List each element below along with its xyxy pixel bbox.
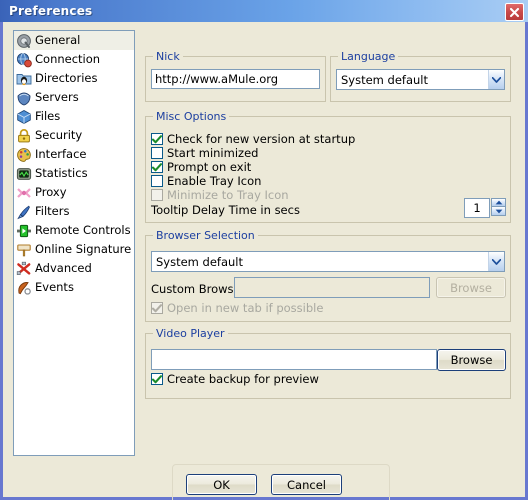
stepper-up-icon[interactable] [491,198,506,207]
online-signature-icon [17,243,31,256]
video-player-legend: Video Player [153,327,228,340]
sidebar-item-label: Directories [35,71,98,85]
checkbox-prompt-on-exit[interactable]: Prompt on exit [151,160,251,174]
cancel-button[interactable]: Cancel [271,474,342,495]
sidebar-item-label: General [35,33,81,47]
screen: Preferences General Connection Directori… [0,0,528,500]
tooltip-delay-stepper[interactable] [491,198,506,216]
sidebar-item-label: Advanced [35,261,92,275]
checkbox-minimize-to-tray-icon: Minimize to Tray Icon [151,188,289,202]
sidebar-item-servers[interactable]: Servers [14,88,134,107]
dialog-body: General Connection Directories Servers F… [0,22,528,500]
window-title: Preferences [9,4,93,18]
custom-browser-input[interactable] [234,277,430,298]
sidebar-item-filters[interactable]: Filters [14,202,134,221]
sidebar-item-connection[interactable]: Connection [14,50,134,69]
window-titlebar: Preferences [0,0,528,22]
sidebar-item-events[interactable]: Events [14,278,134,297]
sidebar-item-files[interactable]: Files [14,107,134,126]
connection-icon [16,52,32,67]
sidebar-item-label: Statistics [35,166,88,180]
tooltip-delay-input[interactable]: 1 [464,198,490,218]
advanced-icon [16,261,31,275]
checkbox-label: Open in new tab if possible [167,301,324,315]
sidebar-item-label: Connection [35,52,101,66]
checkbox-box[interactable] [151,133,163,145]
directories-icon [16,73,32,85]
checkbox-box[interactable] [151,161,163,173]
language-select-value: System default [341,72,429,87]
interface-palette-icon [17,147,31,162]
sidebar-item-label: Events [35,280,74,294]
checkbox-box[interactable] [151,147,163,159]
checkbox-enable-tray-icon[interactable]: Enable Tray Icon [151,174,261,188]
stepper-down-icon[interactable] [491,207,506,216]
sidebar-item-interface[interactable]: Interface [14,145,134,164]
security-lock-icon [18,128,30,142]
chevron-down-icon[interactable] [488,70,504,89]
checkbox-box[interactable] [151,175,163,187]
ok-button[interactable]: OK [186,474,257,495]
sidebar-item-label: Servers [35,90,79,104]
remote-controls-icon [17,224,31,237]
checkbox-label: Enable Tray Icon [167,174,262,188]
events-icon [18,281,31,295]
sidebar-item-label: Remote Controls [35,223,131,237]
misc-options-legend: Misc Options [153,110,230,123]
browser-select-value: System default [156,254,244,269]
check-icon [152,374,162,383]
checkbox-create-backup-for-preview[interactable]: Create backup for preview [151,372,319,386]
language-select[interactable]: System default [336,69,505,90]
checkbox-box [151,302,163,314]
checkbox-box[interactable] [151,373,163,385]
sidebar-item-label: Proxy [35,185,67,199]
sidebar-item-label: Filters [35,204,70,218]
general-icon [17,33,31,48]
sidebar-item-general[interactable]: General [14,31,134,50]
checkbox-box [151,189,163,201]
video-player-path-input[interactable] [151,349,437,370]
checkbox-start-minimized[interactable]: Start minimized [151,146,258,160]
checkbox-check-new-version[interactable]: Check for new version at startup [151,132,355,146]
checkbox-open-in-new-tab: Open in new tab if possible [151,301,323,315]
video-player-browse-button[interactable]: Browse [437,349,506,371]
checkbox-label: Check for new version at startup [167,132,356,146]
sidebar-item-directories[interactable]: Directories [14,69,134,88]
preferences-category-list[interactable]: General Connection Directories Servers F… [13,30,135,456]
close-icon[interactable] [505,3,524,21]
filters-brush-icon [17,205,30,219]
nick-input[interactable]: http://www.aMule.org [151,69,320,89]
files-icon [17,109,31,124]
sidebar-item-label: Files [35,109,61,123]
tooltip-delay-label: Tooltip Delay Time in secs [151,203,300,217]
proxy-icon [17,187,31,198]
check-icon [152,162,162,171]
sidebar-item-label: Security [35,128,83,142]
sidebar-item-advanced[interactable]: Advanced [14,259,134,278]
servers-icon [17,92,31,105]
nick-group-legend: Nick [153,50,183,63]
sidebar-item-remote-controls[interactable]: Remote Controls [14,221,134,240]
sidebar-item-label: Interface [35,147,87,161]
checkbox-label: Prompt on exit [167,160,252,174]
statistics-icon [16,167,32,180]
sidebar-item-proxy[interactable]: Proxy [14,183,134,202]
sidebar-item-label: Online Signature [35,242,132,256]
check-icon [152,303,162,312]
language-group-legend: Language [338,50,399,63]
chevron-down-icon[interactable] [488,252,504,271]
sidebar-item-security[interactable]: Security [14,126,134,145]
browser-selection-legend: Browser Selection [153,229,258,242]
sidebar-item-online-signature[interactable]: Online Signature [14,240,134,259]
checkbox-label: Start minimized [167,146,259,160]
check-icon [152,134,162,143]
browser-select[interactable]: System default [151,251,505,272]
sidebar-item-statistics[interactable]: Statistics [14,164,134,183]
checkbox-label: Minimize to Tray Icon [167,188,289,202]
checkbox-label: Create backup for preview [167,372,319,386]
custom-browser-browse-button: Browse [436,277,506,298]
